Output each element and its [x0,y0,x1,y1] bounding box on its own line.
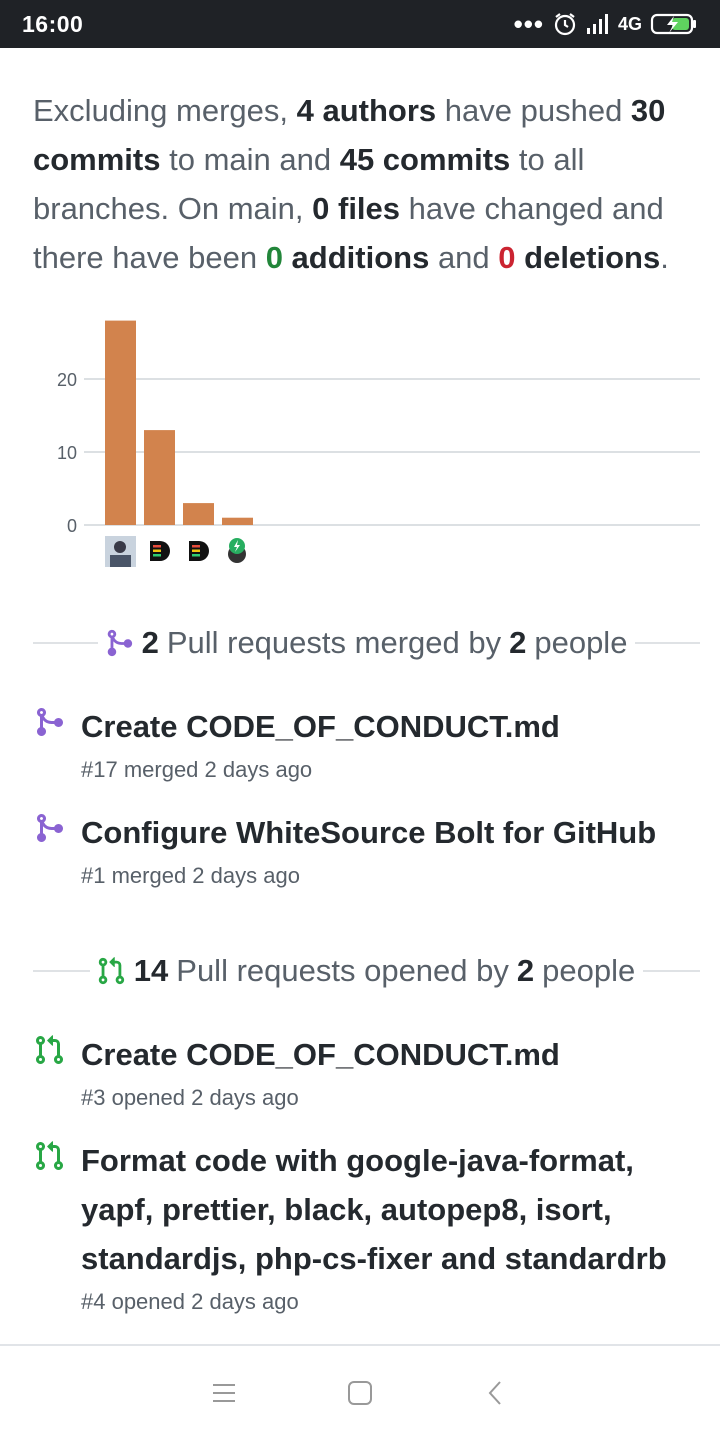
contribution-summary: Excluding merges, 4 authors have pushed … [33,93,669,275]
alarm-icon [554,13,576,36]
list-item[interactable]: Create CODE_OF_CONDUCT.md #17 merged 2 d… [33,702,693,783]
list-item[interactable]: Format code with google-java-format, yap… [33,1136,693,1315]
deletions-count: 0 [498,240,516,275]
list-item[interactable]: Configure WhiteSource Bolt for GitHub #1… [33,808,693,889]
pr-meta: #1 merged 2 days ago [81,863,300,888]
status-icons: ••• 4G [514,11,698,37]
opened-people-label: people [542,953,636,988]
divider [33,970,90,972]
opened-people-count: 2 [516,953,535,988]
status-time: 16:00 [22,10,84,37]
opened-prs-header: 14 Pull requests opened by 2 people [0,949,720,993]
pr-title[interactable]: Configure WhiteSource Bolt for GitHub [81,808,656,857]
additions-count: 0 [265,240,283,275]
git-merge-icon [37,814,64,842]
home-square-icon[interactable] [344,1377,376,1409]
system-nav-bar [0,1344,720,1440]
bar [105,320,136,525]
authors-count: 4 authors [296,93,437,128]
whitesource-avatar-icon [228,538,246,563]
opened-pr-count: 14 [133,953,169,988]
y-tick-label: 10 [57,443,77,463]
git-merge-icon [37,708,64,736]
merged-pr-count: 2 [141,625,159,660]
signal-icon [586,14,608,34]
git-merge-icon [107,629,132,657]
network-label: 4G [617,13,642,34]
merged-prs-header: 2 Pull requests merged by 2 people [0,621,720,665]
y-tick-label: 20 [57,370,77,390]
back-chevron-icon[interactable] [480,1377,512,1409]
git-pull-request-icon [35,1035,64,1065]
bar [222,517,253,525]
commits-all-branches: 45 commits [339,142,511,177]
merged-people-label: people [534,625,628,660]
pr-title[interactable]: Create CODE_OF_CONDUCT.md [81,702,560,751]
list-item[interactable]: Create CODE_OF_CONDUCT.md #3 opened 2 da… [33,1030,693,1111]
pr-title[interactable]: Create CODE_OF_CONDUCT.md [81,1030,560,1079]
divider [33,642,98,644]
merged-pr-label: Pull requests merged by [166,625,502,660]
git-pull-request-icon [98,957,124,985]
merged-people-count: 2 [509,625,527,660]
divider [635,642,700,644]
git-pull-request-icon [35,1141,64,1171]
bot-avatar-icon [189,541,209,561]
files-changed: 0 files [312,191,401,226]
more-dots-icon: ••• [513,9,544,39]
status-bar: 16:00 ••• 4G [0,0,720,48]
opened-pr-label: Pull requests opened by [176,953,509,988]
bar [183,503,214,525]
divider [643,970,701,972]
pr-meta: #4 opened 2 days ago [81,1289,299,1314]
commits-by-author-chart: 0 10 20 [57,320,700,567]
menu-icon[interactable] [208,1377,240,1409]
pr-title[interactable]: Format code with google-java-format, yap… [81,1136,693,1283]
pr-meta: #17 merged 2 days ago [81,757,313,782]
bar [144,430,175,525]
battery-charging-icon [650,13,696,35]
bot-avatar-icon [150,541,170,561]
y-tick-label: 0 [67,516,77,536]
pr-meta: #3 opened 2 days ago [81,1085,299,1110]
author-avatar-icon [105,536,136,567]
